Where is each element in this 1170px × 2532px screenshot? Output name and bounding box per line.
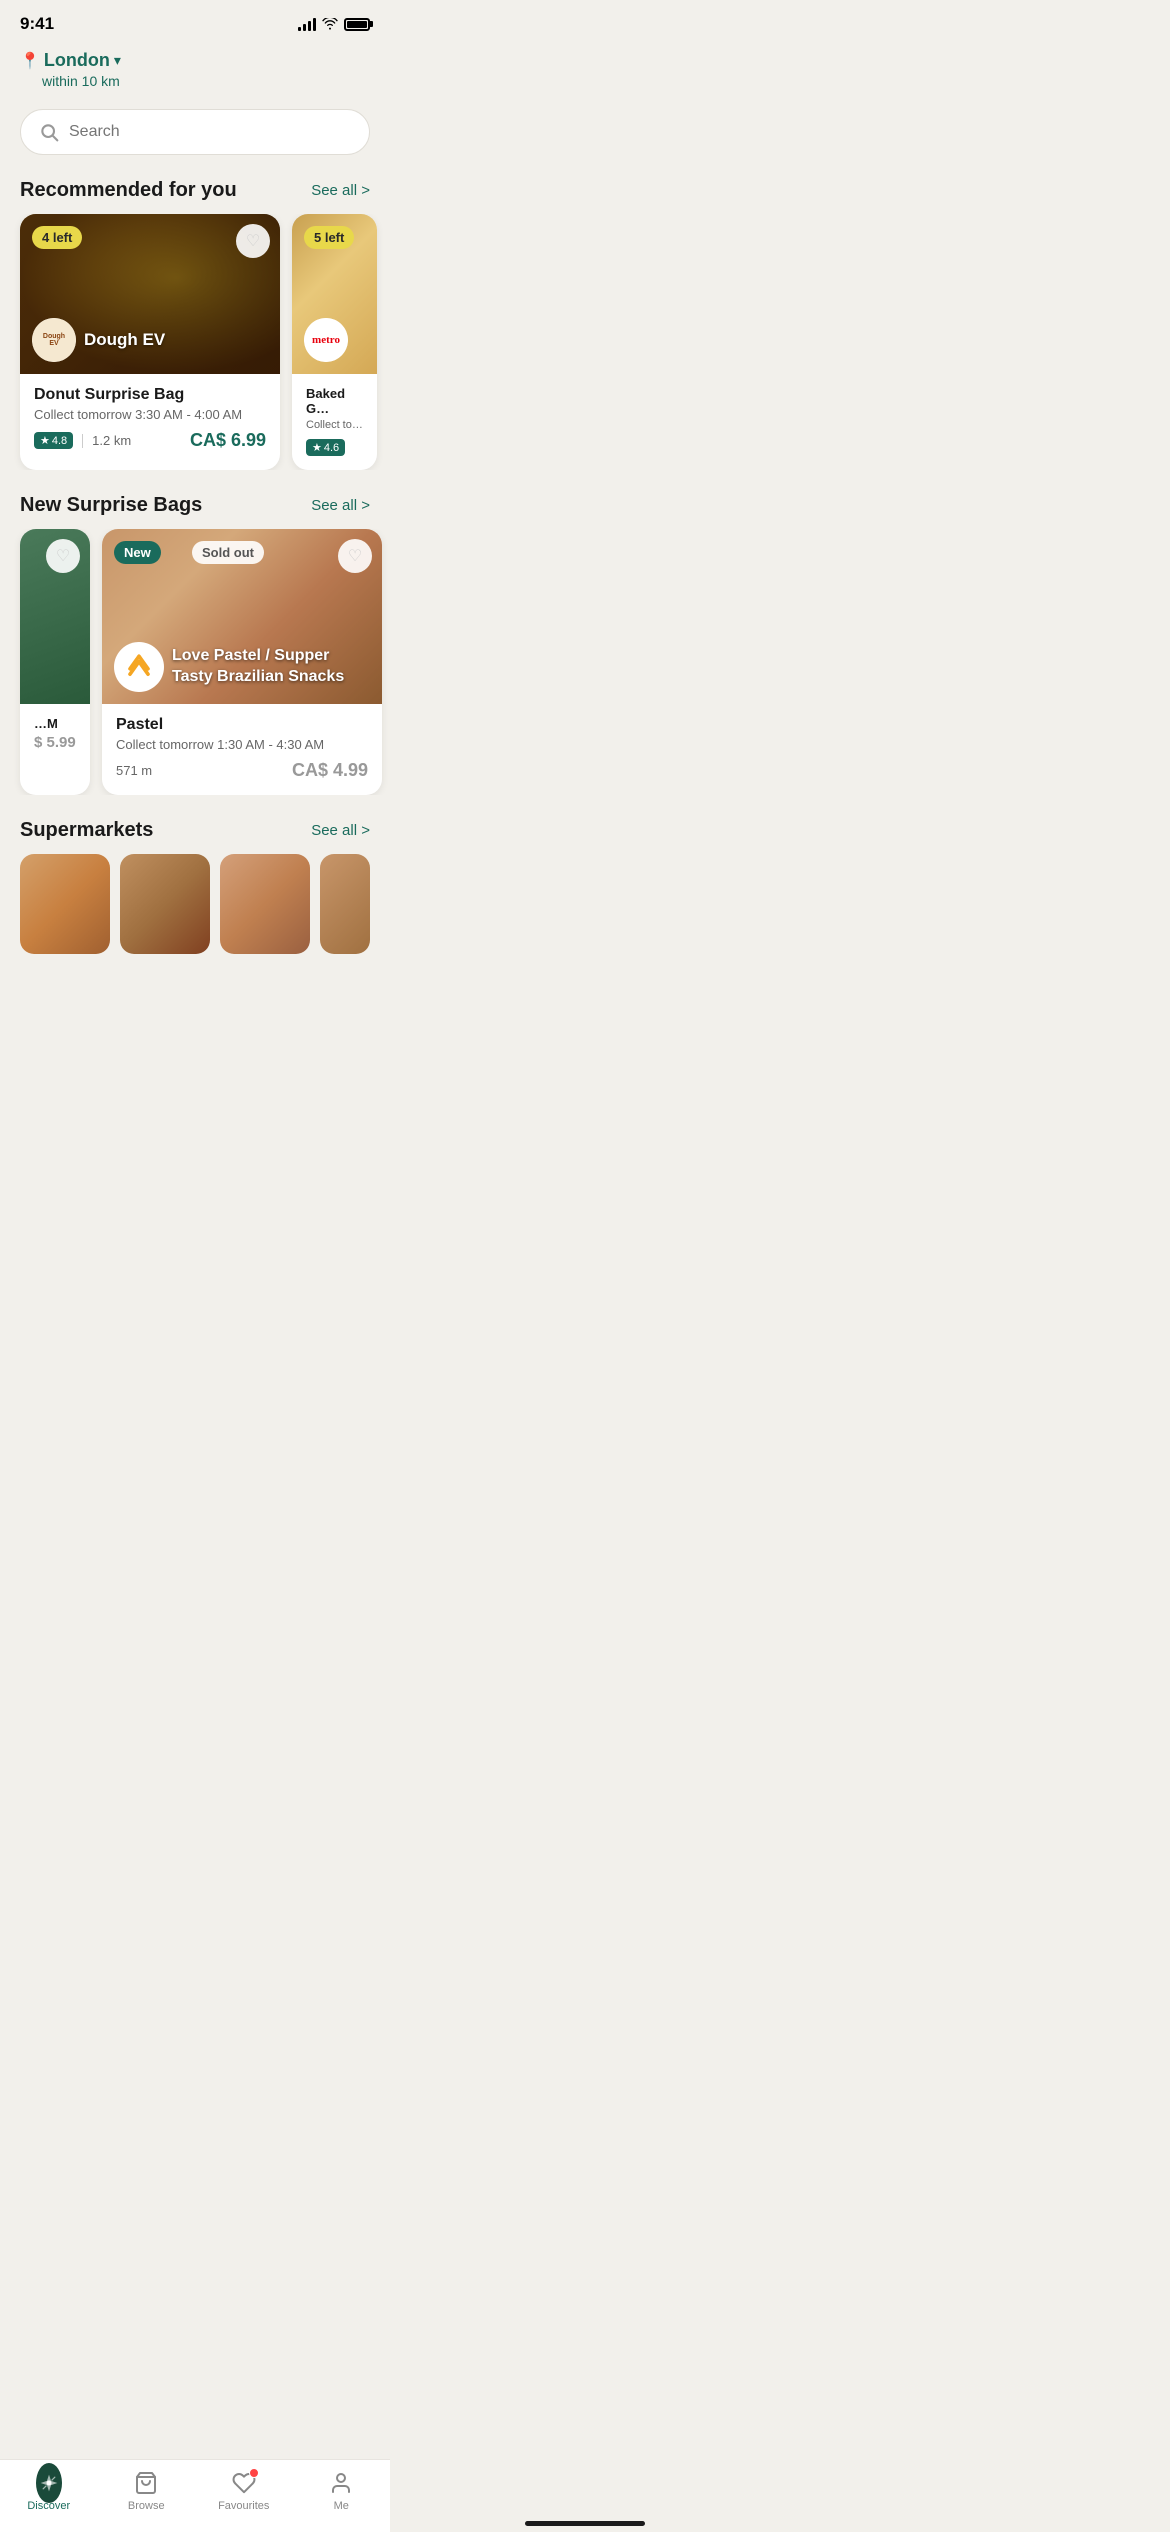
discover-icon [36, 2470, 62, 2496]
collect-time: Collect to… [306, 419, 363, 431]
list-item[interactable]: New Sold out ♡ Love Pastel / SupperTasty… [102, 529, 382, 795]
store-logo [114, 642, 164, 692]
card-image: ♡ [20, 529, 90, 704]
browse-icon [133, 2470, 159, 2496]
supermarkets-row[interactable] [0, 854, 390, 954]
new-bags-see-all[interactable]: See all > [311, 497, 370, 514]
favourite-button[interactable]: ♡ [46, 539, 80, 573]
rating-value: 4.6 [324, 442, 339, 454]
card-title: …M [34, 716, 76, 731]
supermarkets-title: Supermarkets [20, 819, 153, 842]
collect-time: Collect tomorrow 3:30 AM - 4:00 AM [34, 407, 266, 422]
rating-row: ★ 4.8 1.2 km [34, 432, 131, 449]
price-value: CA$ 4.99 [292, 760, 368, 781]
status-bar: 9:41 [0, 0, 390, 42]
bottom-navigation: Discover Browse Favourites Me [0, 2459, 390, 2532]
wifi-icon [322, 18, 338, 30]
star-icon: ★ [312, 441, 322, 454]
nav-label-favourites: Favourites [218, 2500, 269, 2512]
battery-icon [344, 18, 370, 31]
favourite-button[interactable]: ♡ [236, 224, 270, 258]
search-bar[interactable] [20, 109, 370, 155]
new-bags-section: New Surprise Bags See all > ♡ …M $ 5.99 … [0, 486, 390, 811]
recommended-header: Recommended for you See all > [0, 171, 390, 214]
favourites-icon [231, 2470, 257, 2496]
store-badge: DoughEV Dough EV [32, 318, 165, 362]
nav-label-browse: Browse [128, 2500, 165, 2512]
card-title: Donut Surprise Bag [34, 386, 266, 404]
card-title: Pastel [116, 716, 368, 734]
search-input[interactable] [69, 123, 351, 141]
collect-time: Collect tomorrow 1:30 AM - 4:30 AM [116, 737, 368, 752]
distance-value: 571 m [116, 763, 152, 778]
store-name: Love Pastel / SupperTasty Brazilian Snac… [172, 646, 344, 688]
nav-item-browse[interactable]: Browse [98, 2470, 196, 2512]
card-image: 5 left metro [292, 214, 377, 374]
status-icons [298, 17, 370, 31]
card-body: …M $ 5.99 [20, 704, 90, 765]
list-item[interactable]: 5 left metro Baked G… Collect to… ★ 4.6 [292, 214, 377, 470]
card-body: Baked G… Collect to… ★ 4.6 [292, 374, 377, 470]
store-badge: Love Pastel / SupperTasty Brazilian Snac… [114, 642, 344, 692]
card-footer: ★ 4.6 [306, 439, 363, 456]
status-time: 9:41 [20, 14, 54, 34]
search-icon [39, 122, 59, 142]
store-name: Dough EV [84, 330, 165, 350]
price-value: CA$ 6.99 [190, 430, 266, 451]
card-body: Pastel Collect tomorrow 1:30 AM - 4:30 A… [102, 704, 382, 795]
home-indicator [525, 2521, 645, 2526]
distance-value: 1.2 km [92, 433, 131, 448]
rating-value: 4.8 [52, 435, 67, 447]
recommended-title: Recommended for you [20, 179, 237, 202]
new-bags-header: New Surprise Bags See all > [0, 486, 390, 529]
nav-label-discover: Discover [27, 2500, 70, 2512]
quantity-badge: 5 left [304, 226, 354, 249]
card-title: Baked G… [306, 386, 363, 416]
supermarkets-see-all[interactable]: See all > [311, 822, 370, 839]
signal-icon [298, 17, 316, 31]
store-logo: metro [304, 318, 348, 362]
card-image: 4 left ♡ DoughEV Dough EV [20, 214, 280, 374]
rating-badge: ★ 4.6 [306, 439, 345, 456]
card-body: Donut Surprise Bag Collect tomorrow 3:30… [20, 374, 280, 465]
nav-item-me[interactable]: Me [293, 2470, 391, 2512]
supermarket-thumb[interactable] [220, 854, 310, 954]
sold-out-badge: Sold out [192, 541, 264, 564]
card-image: New Sold out ♡ Love Pastel / SupperTasty… [102, 529, 382, 704]
store-badge: metro [304, 318, 348, 362]
search-container [0, 101, 390, 171]
new-bags-title: New Surprise Bags [20, 494, 202, 517]
card-footer: ★ 4.8 1.2 km CA$ 6.99 [34, 430, 266, 451]
new-badge: New [114, 541, 161, 564]
location-pin-icon: 📍 [20, 51, 40, 71]
store-logo: DoughEV [32, 318, 76, 362]
star-icon: ★ [40, 434, 50, 447]
recommended-section: Recommended for you See all > 4 left ♡ D… [0, 171, 390, 486]
price-value: $ 5.99 [34, 734, 76, 751]
supermarket-thumb[interactable] [320, 854, 370, 954]
chevron-down-icon: ▾ [114, 52, 121, 69]
location-header[interactable]: 📍 London ▾ within 10 km [0, 42, 390, 101]
nav-item-discover[interactable]: Discover [0, 2470, 98, 2512]
recommended-scroll[interactable]: 4 left ♡ DoughEV Dough EV Donut Surprise… [0, 214, 390, 470]
favourite-button[interactable]: ♡ [338, 539, 372, 573]
me-icon [328, 2470, 354, 2496]
supermarkets-header: Supermarkets See all > [0, 811, 390, 854]
card-footer: 571 m CA$ 4.99 [116, 760, 368, 781]
recommended-see-all[interactable]: See all > [311, 182, 370, 199]
rating-badge: ★ 4.8 [34, 432, 73, 449]
new-bags-scroll[interactable]: ♡ …M $ 5.99 New Sold out ♡ [0, 529, 390, 795]
location-radius: within 10 km [20, 73, 370, 89]
quantity-badge: 4 left [32, 226, 82, 249]
list-item[interactable]: 4 left ♡ DoughEV Dough EV Donut Surprise… [20, 214, 280, 470]
list-item[interactable]: ♡ …M $ 5.99 [20, 529, 90, 795]
nav-label-me: Me [334, 2500, 349, 2512]
nav-item-favourites[interactable]: Favourites [195, 2470, 293, 2512]
supermarket-thumb[interactable] [120, 854, 210, 954]
supermarket-thumb[interactable] [20, 854, 110, 954]
supermarkets-section: Supermarkets See all > [0, 811, 390, 970]
location-city: London [44, 50, 110, 71]
